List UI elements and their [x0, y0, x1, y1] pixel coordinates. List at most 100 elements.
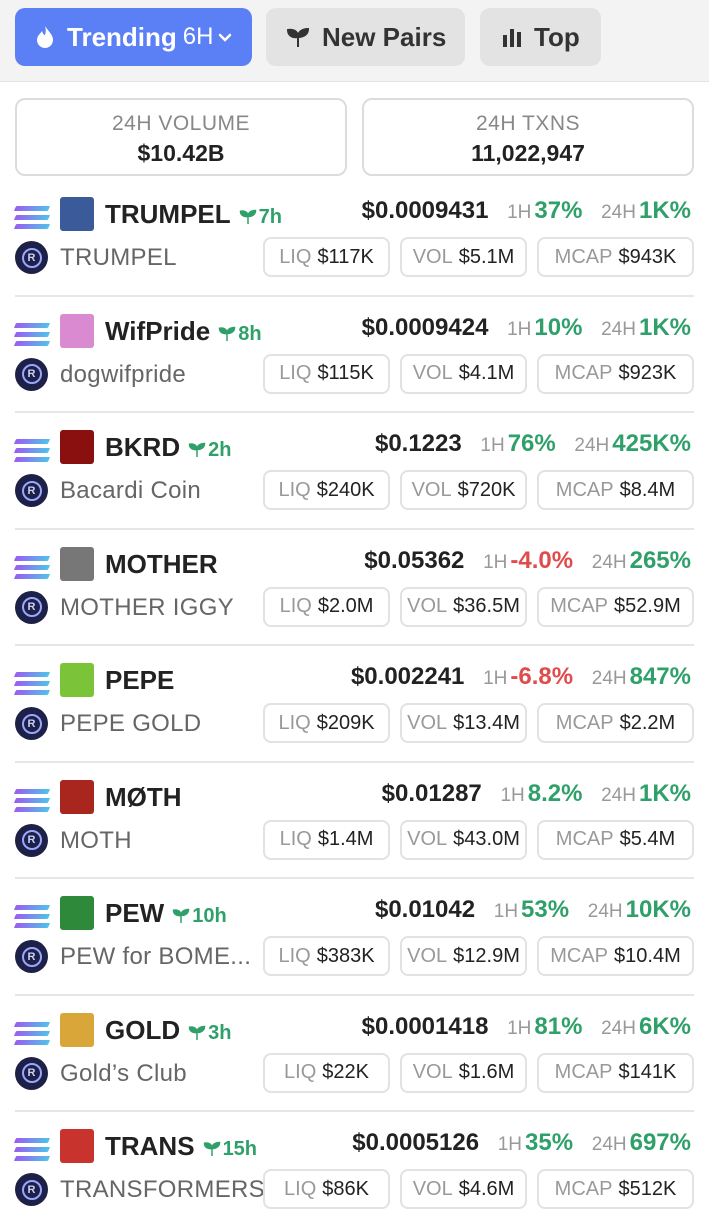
- token-name: Gold’s Club: [60, 1059, 187, 1087]
- stat-volume-value: $10.42B: [137, 140, 225, 166]
- volume-value: $36.5M: [453, 595, 520, 617]
- change-1h-label: 1H: [507, 318, 532, 340]
- change-1h-value: 35%: [525, 1129, 574, 1156]
- volume-label: VOL: [412, 245, 453, 268]
- token-ticker-text: MØTH: [105, 781, 182, 812]
- flame-icon: [37, 26, 53, 48]
- volume-pill: VOL $5.1M: [400, 237, 527, 277]
- token-name: TRUMPEL: [60, 244, 177, 271]
- tab-trending-label: Trending: [67, 21, 177, 52]
- stat-24h-txns: 24H TXNS 11,022,947: [362, 98, 694, 176]
- volume-label: VOL: [412, 1177, 453, 1200]
- change-1h-value: 37%: [534, 197, 583, 224]
- volume-value: $13.4M: [453, 711, 520, 734]
- change-24h-label: 24H: [601, 1017, 636, 1039]
- token-ticker-text: PEW: [105, 898, 165, 928]
- liquidity-pill: LIQ $2.0M: [263, 586, 390, 627]
- change-24h-value: 847%: [629, 663, 691, 690]
- market-cap-value: $52.9M: [614, 595, 681, 617]
- metrics-pills: LIQ $240K VOL $720K MCAP $8.4M: [263, 470, 694, 510]
- chevron-down-icon: [219, 33, 232, 42]
- pair-row[interactable]: PEW 10h $0.01042 1H 53% 24H 10K% R PEW for …: [13, 879, 694, 996]
- token-price: $0.002241: [350, 663, 465, 690]
- market-cap-value: $923K: [618, 362, 677, 384]
- market-cap-value: $5.4M: [619, 828, 676, 850]
- top-tab-bar: Trending 6H New Pairs Top: [0, 0, 709, 82]
- pair-row[interactable]: GOLD 3h $0.0001418 1H 81% 24H 6K% R Gold’s …: [13, 996, 694, 1112]
- market-cap-pill: MCAP $943K: [537, 237, 694, 277]
- token-ticker: MØTH: [105, 782, 182, 813]
- volume-pill: VOL $12.9M: [400, 936, 527, 976]
- liquidity-pill: LIQ $383K: [263, 936, 390, 976]
- raydium-dex-icon: R: [15, 940, 48, 973]
- change-24h-value: 1K%: [638, 313, 691, 341]
- market-cap-pill: MCAP $141K: [537, 1052, 694, 1093]
- pair-age: 3h: [188, 1022, 231, 1044]
- price-line: $0.01287 1H 8.2% 24H 1K%: [382, 780, 691, 808]
- tab-top-label: Top: [534, 21, 580, 52]
- market-cap-pill: MCAP $5.4M: [537, 819, 694, 860]
- token-ticker: GOLD 3h: [105, 1015, 231, 1046]
- liquidity-value: $383K: [316, 944, 375, 967]
- tab-trending[interactable]: Trending 6H: [15, 8, 252, 66]
- tab-top[interactable]: Top: [480, 8, 601, 66]
- market-cap-label: MCAP: [555, 828, 614, 850]
- pair-row[interactable]: MØTH $0.01287 1H 8.2% 24H 1K% R MOTH LIQ $1…: [13, 763, 694, 879]
- metrics-pills: LIQ $86K VOL $4.6M MCAP $512K: [263, 1169, 694, 1209]
- market-cap-label: MCAP: [554, 362, 613, 384]
- liquidity-label: LIQ: [279, 595, 312, 617]
- volume-pill: VOL $720K: [400, 470, 527, 510]
- solana-icon: [13, 322, 51, 347]
- liquidity-value: $117K: [317, 245, 374, 268]
- volume-pill: VOL $1.6M: [400, 1052, 527, 1093]
- pair-age-text: 3h: [208, 1021, 232, 1044]
- trending-period: 6H: [182, 23, 214, 50]
- change-24h-label: 24H: [591, 1134, 627, 1155]
- token-ticker: PEW 10h: [105, 898, 227, 929]
- stats-bar: 24H VOLUME $10.42B 24H TXNS 11,022,947: [15, 98, 694, 176]
- pair-row[interactable]: WifPride 8h $0.0009424 1H 10% 24H 1K% R dog…: [13, 297, 694, 413]
- pair-row[interactable]: PEPE $0.002241 1H -6.8% 24H 847% R PEPE GO…: [13, 646, 694, 763]
- change-24h-label: 24H: [591, 668, 627, 689]
- change-1h-value: -6.8%: [510, 663, 574, 690]
- volume-value: $720K: [457, 478, 516, 501]
- market-cap-value: $141K: [618, 1061, 677, 1083]
- volume-pill: VOL $13.4M: [400, 703, 527, 743]
- sprout-icon: [218, 326, 236, 341]
- token-ticker-text: GOLD: [105, 1014, 181, 1045]
- token-thumbnail: [60, 197, 94, 231]
- price-line: $0.0009424 1H 10% 24H 1K%: [362, 314, 691, 342]
- pair-row[interactable]: TRANS 15h $0.0005126 1H 35% 24H 697% R TRAN…: [13, 1112, 694, 1229]
- raydium-dex-icon: R: [15, 1056, 48, 1090]
- pair-row[interactable]: TRUMPEL 7h $0.0009431 1H 37% 24H 1K% R TRUM…: [13, 180, 694, 297]
- liquidity-label: LIQ: [279, 245, 312, 268]
- token-ticker: MOTHER: [105, 549, 218, 580]
- token-ticker: TRANS 15h: [105, 1131, 257, 1162]
- pair-row[interactable]: MOTHER $0.05362 1H -4.0% 24H 265% R MOTHER…: [13, 530, 694, 646]
- token-ticker-text: MOTHER: [105, 548, 218, 579]
- volume-pill: VOL $4.1M: [400, 353, 527, 394]
- change-24h-label: 24H: [601, 318, 636, 340]
- token-name: Bacardi Coin: [60, 477, 202, 504]
- token-price: $0.1223: [374, 430, 462, 457]
- liquidity-label: LIQ: [279, 828, 312, 850]
- liquidity-pill: LIQ $240K: [263, 470, 390, 510]
- change-1h-value: 81%: [534, 1012, 583, 1040]
- sprout-icon: [239, 209, 256, 224]
- price-line: $0.0001418 1H 81% 24H 6K%: [362, 1013, 691, 1041]
- sprout-icon: [188, 1025, 206, 1040]
- token-thumbnail: [60, 896, 94, 930]
- tab-new-pairs[interactable]: New Pairs: [266, 8, 465, 66]
- pair-row[interactable]: BKRD 2h $0.1223 1H 76% 24H 425K% R Bacardi …: [13, 413, 694, 530]
- liquidity-pill: LIQ $209K: [263, 703, 390, 743]
- liquidity-label: LIQ: [284, 1061, 317, 1083]
- solana-icon: [13, 555, 51, 580]
- token-thumbnail: [60, 430, 94, 464]
- pair-age-text: 7h: [258, 206, 283, 228]
- token-ticker: WifPride 8h: [105, 316, 262, 347]
- change-24h-value: 265%: [629, 546, 691, 574]
- volume-pill: VOL $43.0M: [400, 819, 527, 860]
- change-1h-label: 1H: [483, 668, 508, 689]
- volume-label: VOL: [412, 362, 453, 384]
- solana-icon: [13, 439, 51, 463]
